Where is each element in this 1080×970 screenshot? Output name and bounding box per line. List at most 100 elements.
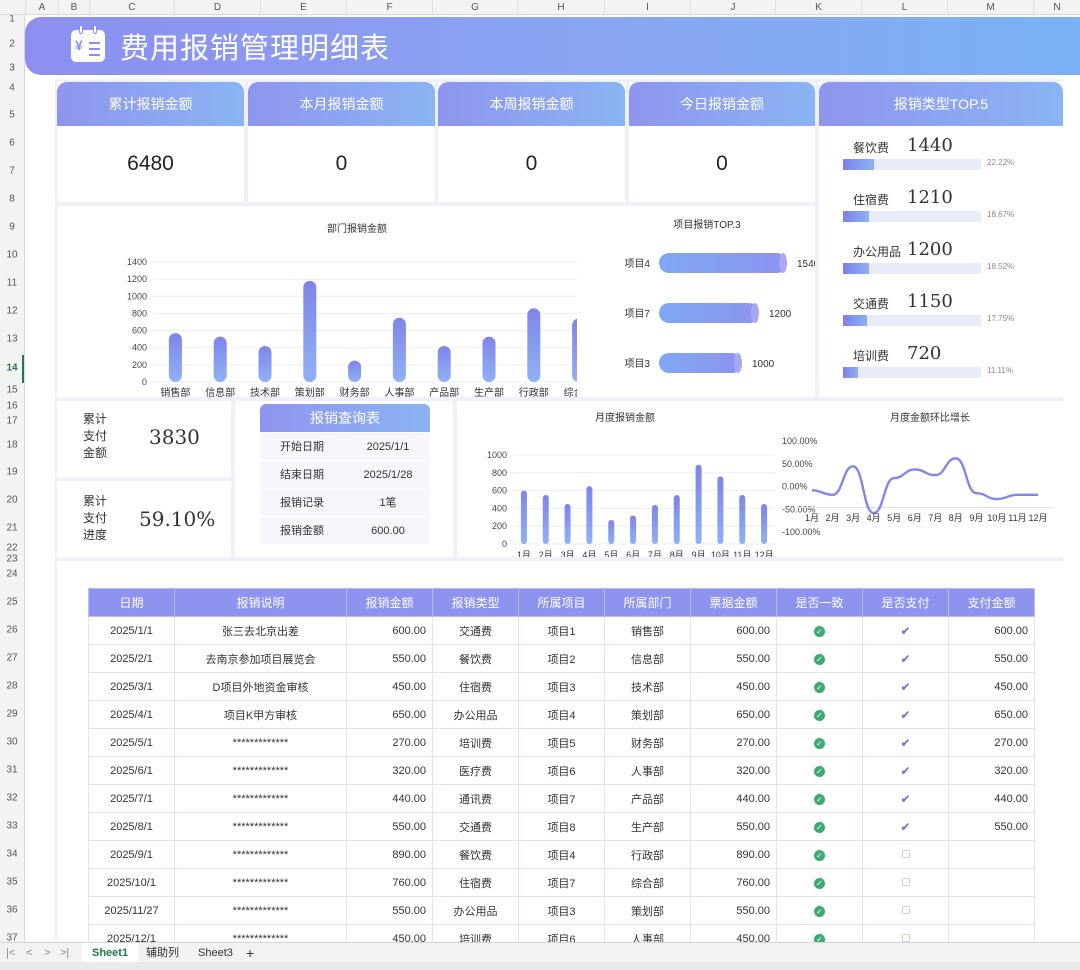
row-header[interactable]: 36 <box>0 905 24 916</box>
table-cell[interactable]: ✓ <box>776 700 863 729</box>
table-cell[interactable]: 技术部 <box>604 672 691 701</box>
table-cell[interactable]: 320.00 <box>948 756 1035 785</box>
table-cell[interactable]: 培训费 <box>432 924 519 942</box>
paid-check-icon[interactable]: ✔ <box>900 708 910 722</box>
table-cell[interactable]: 450.00 <box>948 672 1035 701</box>
paid-check-icon[interactable]: ✔ <box>900 820 910 834</box>
column-header[interactable]: J <box>690 0 775 15</box>
table-cell[interactable]: 450.00 <box>690 672 777 701</box>
row-header[interactable]: 31 <box>0 765 24 776</box>
table-cell[interactable]: ✓ <box>776 868 863 897</box>
unpaid-checkbox-icon[interactable] <box>901 849 910 858</box>
table-cell[interactable]: 张三去北京出差 <box>174 616 347 645</box>
row-header[interactable]: 30 <box>0 737 24 748</box>
table-cell[interactable]: ✓ <box>776 784 863 813</box>
query-value[interactable]: 600.00 <box>346 517 430 545</box>
table-cell[interactable]: 住宿费 <box>432 672 519 701</box>
table-cell[interactable]: 2025/2/1 <box>88 644 175 673</box>
table-cell[interactable]: 650.00 <box>690 700 777 729</box>
table-row[interactable]: 2025/12/1 ************* 450.00 培训费 项目6 人事部 450… <box>88 924 1035 942</box>
table-cell[interactable]: 2025/7/1 <box>88 784 175 813</box>
unpaid-checkbox-icon[interactable] <box>901 933 910 942</box>
row-header[interactable]: 29 <box>0 709 24 720</box>
row-header[interactable]: 16 <box>0 401 24 412</box>
table-cell[interactable]: 财务部 <box>604 728 691 757</box>
last-sheet-nav[interactable]: >| <box>60 943 69 963</box>
table-cell[interactable]: 760.00 <box>690 868 777 897</box>
paid-check-icon[interactable]: ✔ <box>900 624 910 638</box>
next-sheet-nav[interactable]: > <box>44 943 50 963</box>
column-header-cell[interactable]: 报销说明 <box>174 588 347 617</box>
table-cell[interactable]: 交通费 <box>432 616 519 645</box>
table-cell[interactable]: 550.00 <box>690 644 777 673</box>
paid-check-icon[interactable]: ✔ <box>900 680 910 694</box>
row-header[interactable]: 8 <box>0 194 24 205</box>
table-cell[interactable]: 450.00 <box>346 924 433 942</box>
column-header[interactable]: L <box>861 0 947 15</box>
table-cell[interactable]: ✔ <box>862 700 949 729</box>
row-header[interactable]: 35 <box>0 877 24 888</box>
row-header[interactable]: 2 <box>0 39 24 50</box>
table-cell[interactable]: 270.00 <box>948 728 1035 757</box>
column-header[interactable]: G <box>432 0 517 15</box>
table-cell[interactable]: 450.00 <box>346 672 433 701</box>
unpaid-checkbox-icon[interactable] <box>901 905 910 914</box>
table-cell[interactable]: 培训费 <box>432 728 519 757</box>
row-header[interactable]: 7 <box>0 166 24 177</box>
table-cell[interactable]: 550.00 <box>948 812 1035 841</box>
table-cell[interactable]: 2025/5/1 <box>88 728 175 757</box>
prev-sheet-nav[interactable]: < <box>26 943 32 963</box>
table-cell[interactable]: 550.00 <box>690 896 777 925</box>
table-cell[interactable]: 650.00 <box>346 700 433 729</box>
table-cell[interactable]: 320.00 <box>690 756 777 785</box>
table-cell[interactable]: 项目7 <box>518 784 605 813</box>
table-row[interactable]: 2025/1/1 张三去北京出差 600.00 交通费 项目1 销售部 600.00 ✓ ✔ 60… <box>88 616 1035 645</box>
table-cell[interactable]: ************* <box>174 728 347 757</box>
table-cell[interactable]: ************* <box>174 924 347 942</box>
table-cell[interactable]: 项目1 <box>518 616 605 645</box>
row-header[interactable]: 24 <box>0 569 24 580</box>
table-row[interactable]: 2025/9/1 ************* 890.00 餐饮费 项目4 行政部 890.… <box>88 840 1035 869</box>
table-cell[interactable]: 440.00 <box>948 784 1035 813</box>
table-cell[interactable]: 270.00 <box>346 728 433 757</box>
row-header[interactable]: 10 <box>0 250 24 261</box>
table-cell[interactable]: 人事部 <box>604 924 691 942</box>
table-cell[interactable]: 住宿费 <box>432 868 519 897</box>
column-header[interactable]: F <box>346 0 432 15</box>
table-cell[interactable]: 890.00 <box>690 840 777 869</box>
column-header-cell[interactable]: 所属部门 <box>604 588 691 617</box>
table-cell[interactable]: ************* <box>174 896 347 925</box>
row-header[interactable]: 21 <box>0 523 24 534</box>
table-cell[interactable]: 550.00 <box>346 896 433 925</box>
table-cell[interactable]: ✔ <box>862 728 949 757</box>
table-cell[interactable]: 餐饮费 <box>432 644 519 673</box>
table-cell[interactable]: 550.00 <box>346 644 433 673</box>
table-row[interactable]: 2025/2/1 去南京参加项目展览会 550.00 餐饮费 项目2 信息部 550.00 ✓… <box>88 644 1035 673</box>
row-header[interactable]: 32 <box>0 793 24 804</box>
table-cell[interactable]: ************* <box>174 784 347 813</box>
table-cell[interactable]: 550.00 <box>948 644 1035 673</box>
table-cell[interactable]: ✔ <box>862 756 949 785</box>
row-header[interactable]: 13 <box>0 334 24 345</box>
table-cell[interactable]: ************* <box>174 756 347 785</box>
row-header[interactable]: 11 <box>0 278 24 289</box>
table-cell[interactable]: 项目4 <box>518 700 605 729</box>
table-cell[interactable]: ✓ <box>776 896 863 925</box>
row-header[interactable]: 26 <box>0 625 24 636</box>
add-sheet-button[interactable]: + <box>246 943 254 963</box>
column-header-cell[interactable]: 是否一致 <box>776 588 863 617</box>
table-cell[interactable]: 650.00 <box>948 700 1035 729</box>
row-header[interactable]: 3 <box>0 63 24 74</box>
table-cell[interactable]: 项目K甲方审核 <box>174 700 347 729</box>
row-header[interactable]: 25 <box>0 597 24 608</box>
table-cell[interactable]: 2025/9/1 <box>88 840 175 869</box>
table-cell[interactable]: 项目3 <box>518 896 605 925</box>
table-cell[interactable]: 行政部 <box>604 840 691 869</box>
table-cell[interactable]: 项目7 <box>518 868 605 897</box>
table-cell[interactable]: 2025/1/1 <box>88 616 175 645</box>
table-cell[interactable] <box>862 896 949 925</box>
table-row[interactable]: 2025/10/1 ************* 760.00 住宿费 项目7 综合部 760… <box>88 868 1035 897</box>
column-header[interactable]: K <box>775 0 861 15</box>
row-header[interactable]: 12 <box>0 306 24 317</box>
table-cell[interactable] <box>862 840 949 869</box>
